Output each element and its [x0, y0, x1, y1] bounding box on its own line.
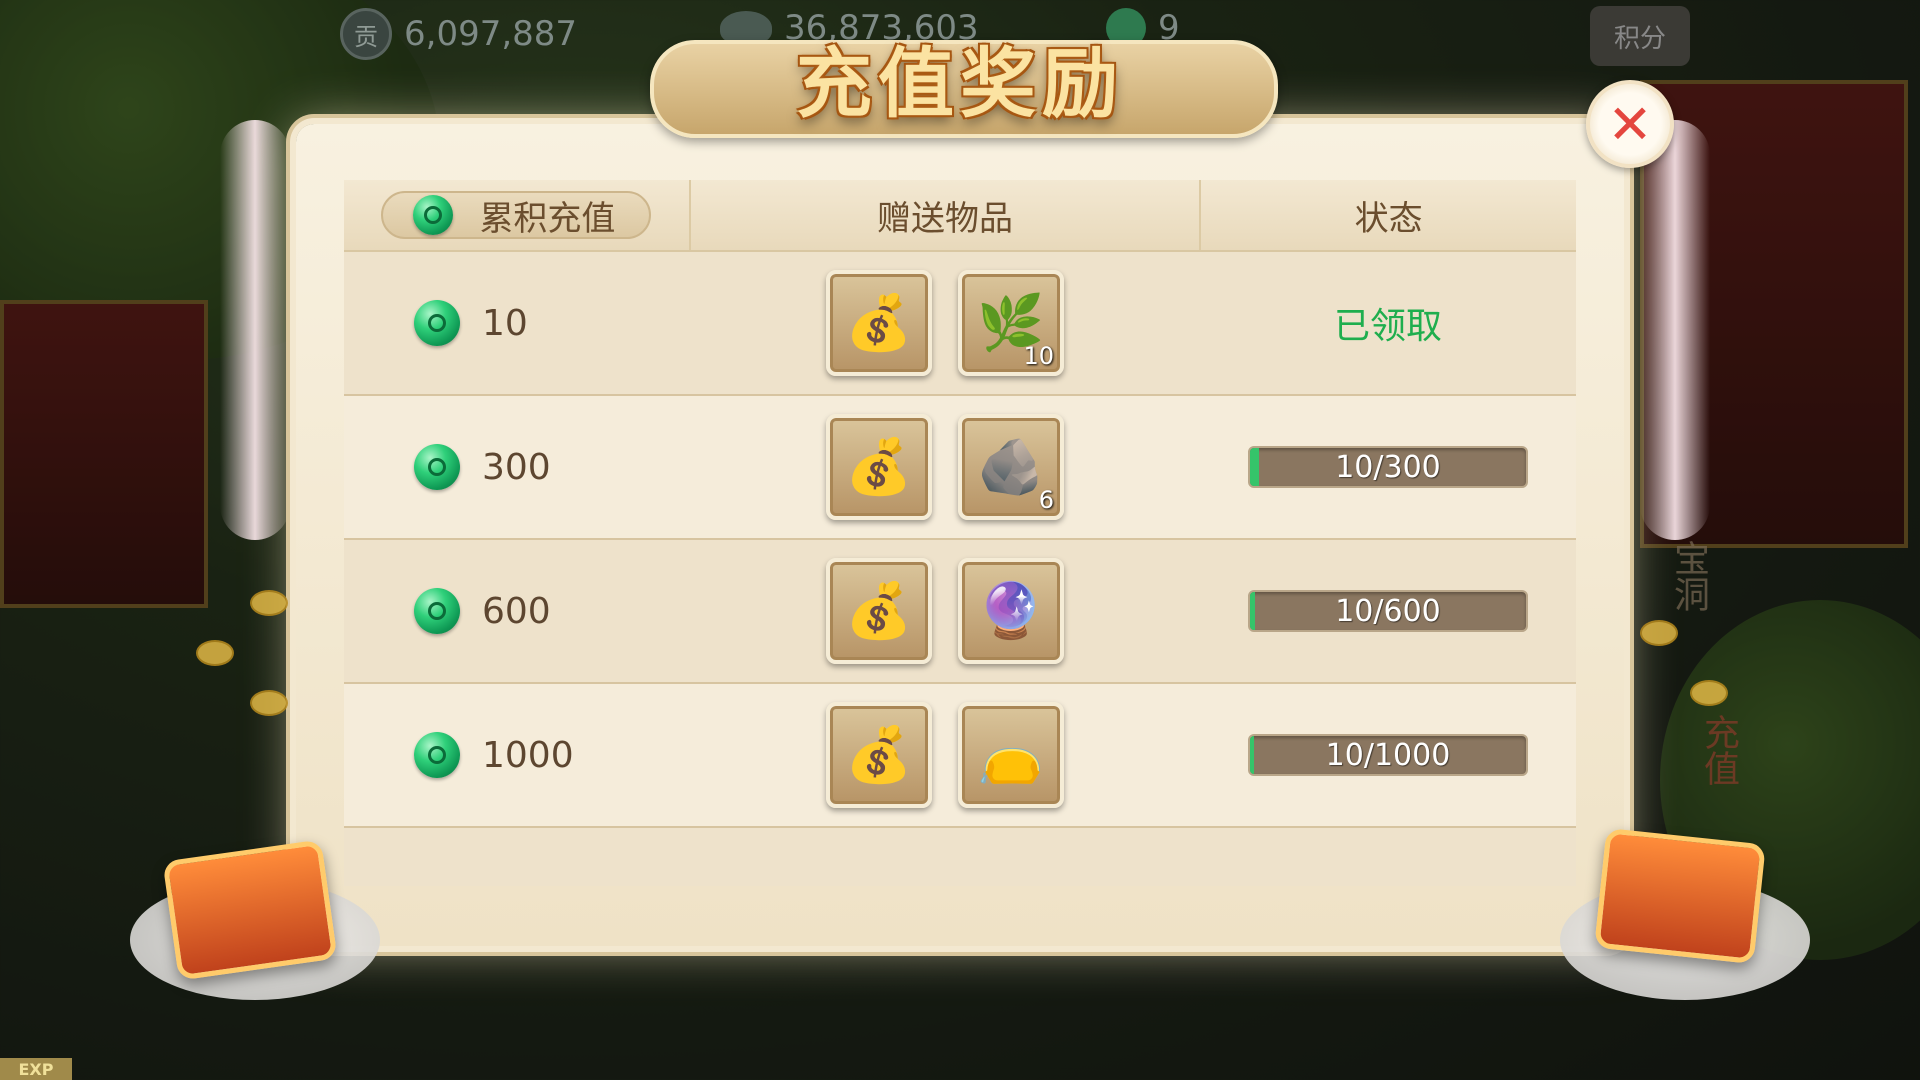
dark-stone-icon: 🪨 [977, 435, 1045, 498]
status-cell: 已领取 [1200, 297, 1576, 349]
contribution-value: 6,097,887 [404, 14, 578, 54]
gold-coin-decoration [250, 590, 288, 616]
reward-items: 💰 🌿 10 [690, 270, 1200, 376]
jade-icon [414, 732, 460, 778]
contribution-counter: 贡 6,097,887 [340, 8, 577, 60]
status-cell: 10/300 [1200, 446, 1576, 488]
item-count: 6 [1038, 486, 1054, 514]
treasure-chest-left [162, 839, 338, 981]
reward-item-slot[interactable]: 💰 [826, 558, 932, 664]
claimed-status: 已领取 [1333, 306, 1442, 347]
progress-bar: 10/300 [1248, 446, 1528, 488]
gold-coin-decoration [250, 690, 288, 716]
recharge-amount: 1000 [344, 732, 690, 778]
amount-label: 1000 [482, 734, 574, 776]
close-icon: ✕ [1607, 92, 1653, 156]
gold-coin-decoration [1690, 680, 1728, 706]
reward-item-slot[interactable]: 💰 [826, 702, 932, 808]
reward-item-slot[interactable]: 🌿 10 [958, 270, 1064, 376]
reward-item-slot[interactable]: 💰 [826, 270, 932, 376]
gold-coin-decoration [1640, 620, 1678, 646]
amount-label: 600 [482, 590, 551, 632]
progress-text: 10/300 [1335, 449, 1441, 485]
gold-coin-decoration [196, 640, 234, 666]
amount-label: 10 [482, 302, 528, 344]
table-row: 600 💰 🔮 10/600 [344, 540, 1576, 684]
header-cumulative-label: 累积充值 [479, 198, 616, 239]
side-label-recharge: 充值 [1698, 714, 1739, 786]
cumulative-pill: 累积充值 [381, 191, 652, 239]
reward-item-slot[interactable]: 🪨 6 [958, 414, 1064, 520]
table-row: 10 💰 🌿 10 已领取 [344, 252, 1576, 396]
left-ribbon-decoration [220, 120, 290, 540]
reward-items: 💰 🔮 [690, 558, 1200, 664]
silver-ingot-bag-icon: 💰 [845, 435, 913, 498]
recharge-amount: 300 [344, 444, 690, 490]
dialog-title: 充值奖励 [796, 39, 1124, 128]
reward-item-slot[interactable]: 🔮 [958, 558, 1064, 664]
status-cell: 10/1000 [1200, 734, 1576, 776]
progress-text: 10/600 [1335, 593, 1441, 629]
silver-ingot-bag-icon: 💰 [845, 291, 913, 354]
score-button[interactable]: 积分 [1590, 6, 1690, 66]
reward-items: 💰 👝 [690, 702, 1200, 808]
status-cell: 10/600 [1200, 590, 1576, 632]
contribution-coin-icon: 贡 [340, 8, 392, 60]
silver-ingot-bag-icon: 💰 [845, 723, 913, 786]
table-row: 300 💰 🪨 6 10/300 [344, 396, 1576, 540]
header-cumulative: 累积充值 [344, 180, 691, 250]
item-count: 10 [1023, 342, 1054, 370]
exp-badge: EXP [0, 1058, 72, 1080]
reward-items: 💰 🪨 6 [690, 414, 1200, 520]
recharge-amount: 10 [344, 300, 690, 346]
progress-bar: 10/600 [1248, 590, 1528, 632]
jade-icon [414, 444, 460, 490]
table-row: 1000 💰 👝 10/1000 [344, 684, 1576, 828]
treasure-chest-right [1594, 827, 1766, 965]
jade-icon [414, 300, 460, 346]
reward-table: 累积充值 赠送物品 状态 10 💰 🌿 10 已领取 300 💰 🪨 6 10/300 600 💰 🔮 1… [344, 180, 1576, 886]
reward-item-slot[interactable]: 💰 [826, 414, 932, 520]
silver-ingot-bag-icon: 💰 [845, 579, 913, 642]
jade-icon [414, 588, 460, 634]
gift-pouch-icon: 👝 [977, 723, 1045, 786]
recharge-reward-dialog: 累积充值 赠送物品 状态 10 💰 🌿 10 已领取 300 💰 🪨 6 10/300 600 💰 🔮 1… [296, 124, 1624, 946]
header-status: 状态 [1354, 198, 1423, 239]
progress-text: 10/1000 [1325, 737, 1451, 773]
close-button[interactable]: ✕ [1586, 80, 1674, 168]
jade-icon [413, 195, 454, 235]
table-row-partial [344, 828, 1576, 886]
crystal-ball-icon: 🔮 [977, 579, 1045, 642]
table-header: 累积充值 赠送物品 状态 [344, 180, 1576, 252]
amount-label: 300 [482, 446, 551, 488]
right-ribbon-decoration [1640, 120, 1710, 540]
side-label-treasure: 宝洞 [1668, 540, 1709, 612]
progress-bar: 10/1000 [1248, 734, 1528, 776]
header-gifts: 赠送物品 [691, 180, 1202, 250]
recharge-amount: 600 [344, 588, 690, 634]
reward-item-slot[interactable]: 👝 [958, 702, 1064, 808]
